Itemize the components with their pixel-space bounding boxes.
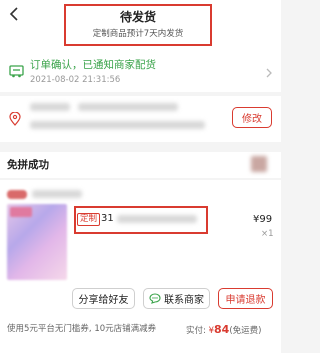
shipping-estimate: 定制商品预计7天内发货 [92,29,184,39]
recipient-phone-redacted [78,103,178,111]
product-price: ¥99 [253,214,273,225]
shipping-note: (免运费) [229,326,262,336]
custom-tag-badge: 定制 [77,213,101,226]
thumbnail-badge [10,207,32,217]
paid-total: 实付: ¥84(免运费) [186,323,261,336]
share-button[interactable]: 分享给好友 [72,288,135,309]
paid-label: 实付: [186,326,209,336]
refund-button[interactable]: 申请退款 [218,288,273,309]
truck-icon [9,65,24,78]
avatar [251,156,267,172]
logistics-status: 订单确认，已通知商家配货 [30,59,156,71]
paid-amount: 84 [214,323,230,336]
logistics-time: 2021-08-02 21:31:56 [30,75,121,85]
product-name: 31 [101,213,114,224]
order-status-header: 待发货 定制商品预计7天内发货 [64,4,212,46]
contact-seller-button[interactable]: 联系商家 [143,288,210,309]
edit-address-button[interactable]: 修改 [232,107,272,128]
recipient-info-redacted [30,103,70,111]
contact-seller-label: 联系商家 [164,295,204,306]
address-redacted [30,121,205,129]
product-quantity: ×1 [261,229,274,239]
chevron-right-icon [266,68,272,78]
page-title: 待发货 [119,10,156,24]
chevron-left-icon [9,7,18,21]
shop-logo [7,190,27,199]
chat-bubble-icon [149,293,161,304]
location-pin-icon [9,112,21,126]
back-button[interactable] [4,4,24,24]
group-status-label: 免拼成功 [7,159,49,171]
coupon-note: 使用5元平台无门槛券, 10元店铺满减券 [7,324,157,334]
shop-name-redacted [32,190,82,198]
product-name-redacted [117,215,197,223]
